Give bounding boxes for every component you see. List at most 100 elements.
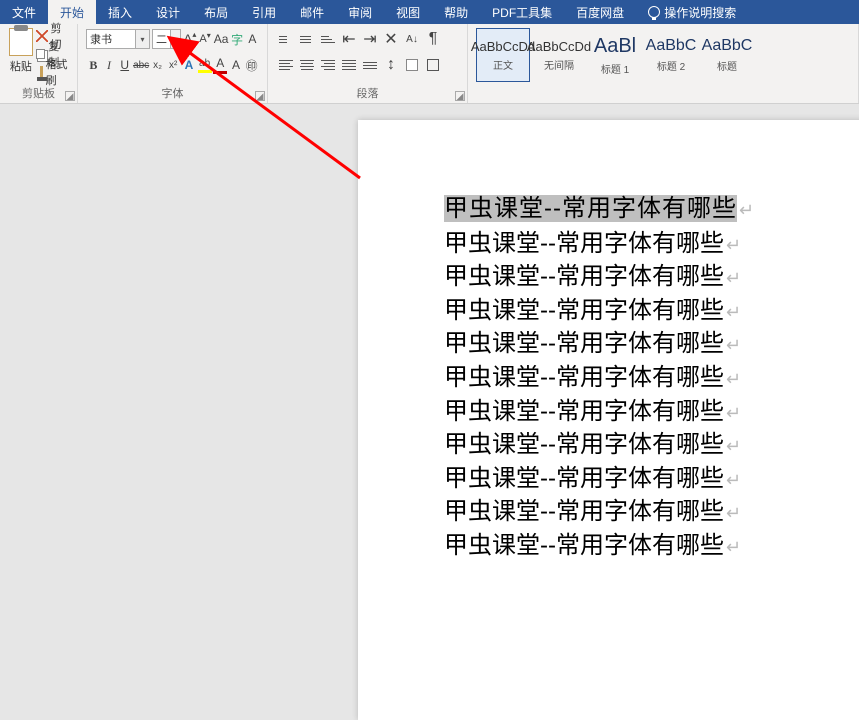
document-page[interactable]: 甲虫课堂--常用字体有哪些↵甲虫课堂--常用字体有哪些↵甲虫课堂--常用字体有哪… [358,120,859,720]
style-name: 正文 [493,57,513,72]
tab-pdf[interactable]: PDF工具集 [480,0,564,24]
font-color-button[interactable]: A [213,55,228,75]
ribbon: 粘贴 剪切 复制 格式刷 剪贴板 ◢ 隶书 [0,24,859,104]
group-font: 隶书 ▾ 二 ▾ A▴ A▾ Aa 字 A B I U abc x₂ x² A … [78,24,268,103]
paragraph-mark-icon: ↵ [726,436,741,456]
paragraph-mark-icon: ↵ [726,268,741,288]
bulb-icon [648,6,660,18]
style-name: 标题 1 [601,61,629,76]
doc-line-4[interactable]: 甲虫课堂--常用字体有哪些↵ [444,327,859,361]
style-preview: AaBbC [702,37,753,55]
paragraph-group-label: 段落 [276,83,459,101]
font-name-dropdown-icon[interactable]: ▾ [135,30,149,48]
align-left-button[interactable] [276,55,296,75]
style-preview: AaBl [594,35,636,58]
style-item-2[interactable]: AaBl 标题 1 [588,28,642,82]
paste-label: 粘贴 [10,58,32,74]
style-name: 无间隔 [544,57,574,72]
style-item-1[interactable]: AaBbCcDd无间隔 [532,28,586,82]
doc-line-6[interactable]: 甲虫课堂--常用字体有哪些↵ [444,395,859,429]
tab-baidu[interactable]: 百度网盘 [564,0,636,24]
tab-references[interactable]: 引用 [240,0,288,24]
font-dialog-launcher[interactable]: ◢ [255,91,265,101]
tab-review[interactable]: 审阅 [336,0,384,24]
format-painter-button[interactable]: 格式刷 [36,64,69,80]
asian-layout-button[interactable]: ✕ [381,29,401,49]
doc-line-7[interactable]: 甲虫课堂--常用字体有哪些↵ [444,428,859,462]
doc-line-8[interactable]: 甲虫课堂--常用字体有哪些↵ [444,462,859,496]
paragraph-mark-icon: ↵ [726,302,741,322]
tab-mailings[interactable]: 邮件 [288,0,336,24]
doc-line-0[interactable]: 甲虫课堂--常用字体有哪些↵ [444,192,859,227]
tab-layout[interactable]: 布局 [192,0,240,24]
paragraph-mark-icon: ↵ [726,335,741,355]
tab-file[interactable]: 文件 [0,0,48,24]
subscript-button[interactable]: x₂ [150,55,165,75]
clipboard-group-label: 剪贴板 [8,83,69,101]
tab-design[interactable]: 设计 [144,0,192,24]
align-center-button[interactable] [297,55,317,75]
group-styles: AaBbCcDd正文AaBbCcDd无间隔 AaBl 标题 1 AaBbC标题 2Aa… [468,24,859,103]
style-name: 标题 [717,58,737,73]
phonetic-guide-button[interactable]: 字 [230,29,243,49]
doc-line-10[interactable]: 甲虫课堂--常用字体有哪些↵ [444,529,859,563]
doc-line-2[interactable]: 甲虫课堂--常用字体有哪些↵ [444,260,859,294]
doc-line-5[interactable]: 甲虫课堂--常用字体有哪些↵ [444,361,859,395]
tab-view[interactable]: 视图 [384,0,432,24]
paragraph-mark-icon: ↵ [739,200,755,220]
bold-button[interactable]: B [86,55,101,75]
highlight-button[interactable]: ab [197,55,212,75]
font-size-combo[interactable]: 二 ▾ [152,29,181,49]
style-item-3[interactable]: AaBbC标题 2 [644,28,698,82]
shading-button[interactable] [402,55,422,75]
tab-insert[interactable]: 插入 [96,0,144,24]
paragraph-mark-icon: ↵ [726,470,741,490]
doc-line-9[interactable]: 甲虫课堂--常用字体有哪些↵ [444,495,859,529]
sort-button[interactable]: A↓ [402,29,422,49]
show-marks-button[interactable]: ¶ [423,29,443,49]
clipboard-dialog-launcher[interactable]: ◢ [65,91,75,101]
numbering-button[interactable] [297,29,317,49]
copy-icon [36,49,46,59]
increase-indent-button[interactable]: ⇥ [360,29,380,49]
style-item-0[interactable]: AaBbCcDd正文 [476,28,530,82]
shrink-font-button[interactable]: A▾ [198,29,211,49]
tell-me[interactable]: 操作说明搜索 [636,0,748,24]
distributed-button[interactable] [360,55,380,75]
italic-button[interactable]: I [102,55,117,75]
style-item-4[interactable]: AaBbC 标题 [700,28,754,82]
doc-line-3[interactable]: 甲虫课堂--常用字体有哪些↵ [444,294,859,328]
align-right-button[interactable] [318,55,338,75]
paragraph-mark-icon: ↵ [726,503,741,523]
workspace: 甲虫课堂--常用字体有哪些↵甲虫课堂--常用字体有哪些↵甲虫课堂--常用字体有哪… [0,128,859,559]
strikethrough-button[interactable]: abc [133,55,149,75]
justify-button[interactable] [339,55,359,75]
font-size-dropdown-icon[interactable]: ▾ [170,30,180,48]
style-preview: AaBbC [646,37,697,55]
paragraph-mark-icon: ↵ [726,403,741,423]
text-effects-button[interactable]: A [182,55,197,75]
font-color-swatch-icon [213,71,227,74]
paste-button[interactable]: 粘贴 [8,28,34,80]
paragraph-mark-icon: ↵ [726,235,741,255]
paragraph-dialog-launcher[interactable]: ◢ [455,91,465,101]
doc-line-1[interactable]: 甲虫课堂--常用字体有哪些↵ [444,227,859,261]
font-size-value: 二 [156,31,167,47]
multilevel-button[interactable] [318,29,338,49]
bullets-button[interactable] [276,29,296,49]
char-shading-button[interactable]: A [229,55,244,75]
grow-font-button[interactable]: A▴ [183,29,196,49]
change-case-button[interactable]: Aa [214,29,229,49]
underline-button[interactable]: U [117,55,132,75]
highlight-swatch-icon [198,70,212,73]
font-name-combo[interactable]: 隶书 ▾ [86,29,150,49]
decrease-indent-button[interactable]: ⇤ [339,29,359,49]
line-spacing-button[interactable]: ↕ [381,55,401,75]
enclose-char-button[interactable]: ㊞ [244,55,259,75]
borders-button[interactable] [423,55,443,75]
paste-icon [9,28,33,56]
tab-help[interactable]: 帮助 [432,0,480,24]
group-clipboard: 粘贴 剪切 复制 格式刷 剪贴板 ◢ [0,24,78,103]
superscript-button[interactable]: x² [166,55,181,75]
char-border-button[interactable]: A [246,29,259,49]
